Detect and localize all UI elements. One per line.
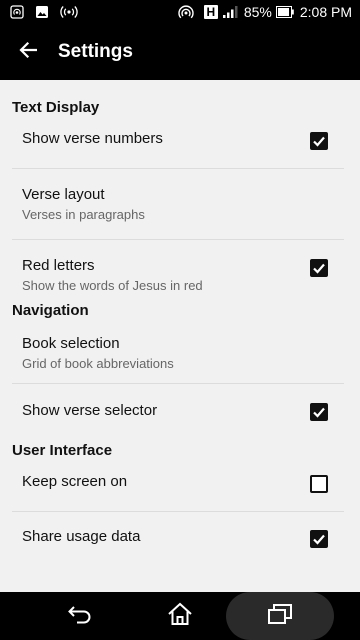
battery-icon: [275, 6, 294, 18]
pref-keep-screen-on[interactable]: Keep screen on: [0, 459, 360, 511]
pref-title: Book selection: [22, 335, 120, 352]
nav-back-button[interactable]: [58, 592, 102, 640]
check-icon: [313, 534, 325, 545]
pref-title: Share usage data: [22, 528, 141, 545]
app-toolbar: Settings: [0, 24, 360, 80]
keep-screen-on-checkbox[interactable]: [310, 475, 328, 493]
pref-book-selection[interactable]: Book selection Grid of book abbreviation…: [0, 319, 360, 383]
pref-title: Keep screen on: [22, 473, 128, 490]
pref-title: Show verse selector: [22, 402, 158, 419]
network-type-icon: H: [203, 5, 218, 19]
pref-summary: Verses in paragraphs: [22, 207, 145, 222]
hotspot-icon: [178, 5, 194, 19]
show-verse-numbers-checkbox[interactable]: [310, 132, 328, 150]
pref-share-usage-data[interactable]: Share usage data: [0, 512, 360, 564]
status-bar: H 85% 2:08 PM: [0, 0, 360, 24]
system-nav-bar: [0, 592, 360, 640]
pref-show-verse-numbers[interactable]: Show verse numbers: [0, 116, 360, 168]
recents-icon: [267, 603, 293, 630]
settings-list: Text Display Show verse numbers Verse la…: [0, 80, 360, 592]
nav-home-button[interactable]: [158, 592, 202, 640]
nav-recents-button[interactable]: [258, 592, 302, 640]
back-icon: [67, 603, 93, 630]
back-button[interactable]: [0, 24, 56, 80]
cast-icon: [60, 5, 78, 19]
image-icon: [35, 5, 49, 19]
home-icon: [167, 602, 193, 631]
category-navigation: Navigation: [12, 302, 89, 319]
category-text-display: Text Display: [12, 99, 100, 116]
check-icon: [313, 407, 325, 418]
pref-summary: Show the words of Jesus in red: [22, 278, 203, 293]
red-letters-checkbox[interactable]: [310, 259, 328, 277]
show-verse-selector-checkbox[interactable]: [310, 403, 328, 421]
category-user-interface: User Interface: [12, 442, 113, 459]
pref-title: Verse layout: [22, 186, 105, 203]
pref-red-letters[interactable]: Red letters Show the words of Jesus in r…: [0, 240, 360, 298]
share-usage-data-checkbox[interactable]: [310, 530, 328, 548]
check-icon: [313, 136, 325, 147]
arrow-left-icon: [19, 41, 38, 64]
battery-percentage: 85%: [243, 4, 272, 20]
pref-verse-layout[interactable]: Verse layout Verses in paragraphs: [0, 169, 360, 239]
pref-title: Show verse numbers: [22, 130, 163, 147]
clock: 2:08 PM: [299, 4, 352, 20]
page-title: Settings: [58, 41, 133, 62]
pref-title: Red letters: [22, 257, 95, 274]
check-icon: [313, 263, 325, 274]
signal-icon: [222, 5, 238, 19]
hotspot-icon: [10, 5, 24, 19]
pref-show-verse-selector[interactable]: Show verse selector: [0, 384, 360, 438]
pref-summary: Grid of book abbreviations: [22, 356, 174, 371]
